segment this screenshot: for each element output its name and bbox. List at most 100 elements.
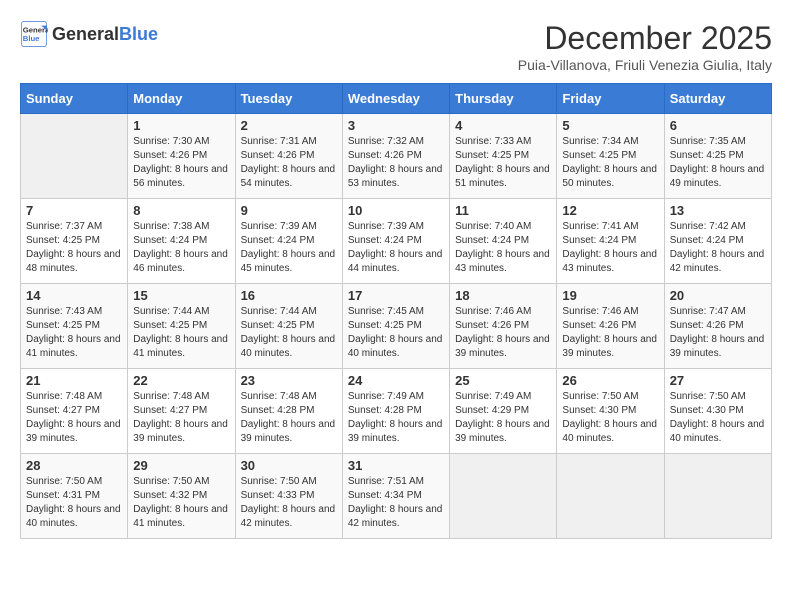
header-day-wednesday: Wednesday (342, 84, 449, 114)
calendar-cell: 22 Sunrise: 7:48 AMSunset: 4:27 PMDaylig… (128, 369, 235, 454)
day-number: 23 (241, 373, 337, 388)
calendar-cell: 27 Sunrise: 7:50 AMSunset: 4:30 PMDaylig… (664, 369, 771, 454)
day-number: 5 (562, 118, 658, 133)
calendar-cell: 24 Sunrise: 7:49 AMSunset: 4:28 PMDaylig… (342, 369, 449, 454)
calendar-cell: 13 Sunrise: 7:42 AMSunset: 4:24 PMDaylig… (664, 199, 771, 284)
calendar-cell: 21 Sunrise: 7:48 AMSunset: 4:27 PMDaylig… (21, 369, 128, 454)
cell-info: Sunrise: 7:30 AMSunset: 4:26 PMDaylight:… (133, 136, 228, 189)
calendar-cell: 11 Sunrise: 7:40 AMSunset: 4:24 PMDaylig… (450, 199, 557, 284)
cell-info: Sunrise: 7:49 AMSunset: 4:28 PMDaylight:… (348, 391, 443, 444)
logo-text-general: General (52, 24, 119, 44)
day-number: 6 (670, 118, 766, 133)
day-number: 9 (241, 203, 337, 218)
day-number: 4 (455, 118, 551, 133)
day-number: 7 (26, 203, 122, 218)
calendar-cell: 19 Sunrise: 7:46 AMSunset: 4:26 PMDaylig… (557, 284, 664, 369)
location-title: Puia-Villanova, Friuli Venezia Giulia, I… (518, 57, 772, 73)
logo-text-blue: Blue (119, 24, 158, 44)
cell-info: Sunrise: 7:50 AMSunset: 4:30 PMDaylight:… (562, 391, 657, 444)
cell-info: Sunrise: 7:32 AMSunset: 4:26 PMDaylight:… (348, 136, 443, 189)
calendar-cell: 31 Sunrise: 7:51 AMSunset: 4:34 PMDaylig… (342, 454, 449, 539)
day-number: 24 (348, 373, 444, 388)
calendar-cell: 12 Sunrise: 7:41 AMSunset: 4:24 PMDaylig… (557, 199, 664, 284)
cell-info: Sunrise: 7:37 AMSunset: 4:25 PMDaylight:… (26, 221, 121, 274)
calendar-cell: 5 Sunrise: 7:34 AMSunset: 4:25 PMDayligh… (557, 114, 664, 199)
calendar-cell: 7 Sunrise: 7:37 AMSunset: 4:25 PMDayligh… (21, 199, 128, 284)
week-row-2: 7 Sunrise: 7:37 AMSunset: 4:25 PMDayligh… (21, 199, 772, 284)
calendar-cell (21, 114, 128, 199)
header-day-saturday: Saturday (664, 84, 771, 114)
header-day-monday: Monday (128, 84, 235, 114)
calendar-cell: 9 Sunrise: 7:39 AMSunset: 4:24 PMDayligh… (235, 199, 342, 284)
cell-info: Sunrise: 7:48 AMSunset: 4:27 PMDaylight:… (26, 391, 121, 444)
calendar-table: SundayMondayTuesdayWednesdayThursdayFrid… (20, 83, 772, 539)
header-day-sunday: Sunday (21, 84, 128, 114)
title-block: December 2025 Puia-Villanova, Friuli Ven… (518, 20, 772, 73)
cell-info: Sunrise: 7:45 AMSunset: 4:25 PMDaylight:… (348, 306, 443, 359)
header-day-thursday: Thursday (450, 84, 557, 114)
logo-icon: General Blue (20, 20, 48, 48)
cell-info: Sunrise: 7:33 AMSunset: 4:25 PMDaylight:… (455, 136, 550, 189)
page-header: General Blue GeneralBlue December 2025 P… (20, 20, 772, 73)
week-row-4: 21 Sunrise: 7:48 AMSunset: 4:27 PMDaylig… (21, 369, 772, 454)
cell-info: Sunrise: 7:50 AMSunset: 4:31 PMDaylight:… (26, 476, 121, 529)
day-number: 26 (562, 373, 658, 388)
calendar-cell: 26 Sunrise: 7:50 AMSunset: 4:30 PMDaylig… (557, 369, 664, 454)
cell-info: Sunrise: 7:48 AMSunset: 4:27 PMDaylight:… (133, 391, 228, 444)
calendar-cell: 30 Sunrise: 7:50 AMSunset: 4:33 PMDaylig… (235, 454, 342, 539)
day-number: 16 (241, 288, 337, 303)
calendar-cell: 4 Sunrise: 7:33 AMSunset: 4:25 PMDayligh… (450, 114, 557, 199)
calendar-cell: 15 Sunrise: 7:44 AMSunset: 4:25 PMDaylig… (128, 284, 235, 369)
calendar-cell: 20 Sunrise: 7:47 AMSunset: 4:26 PMDaylig… (664, 284, 771, 369)
day-number: 14 (26, 288, 122, 303)
cell-info: Sunrise: 7:49 AMSunset: 4:29 PMDaylight:… (455, 391, 550, 444)
calendar-cell: 18 Sunrise: 7:46 AMSunset: 4:26 PMDaylig… (450, 284, 557, 369)
cell-info: Sunrise: 7:34 AMSunset: 4:25 PMDaylight:… (562, 136, 657, 189)
day-number: 17 (348, 288, 444, 303)
cell-info: Sunrise: 7:39 AMSunset: 4:24 PMDaylight:… (348, 221, 443, 274)
calendar-cell: 8 Sunrise: 7:38 AMSunset: 4:24 PMDayligh… (128, 199, 235, 284)
day-number: 22 (133, 373, 229, 388)
cell-info: Sunrise: 7:51 AMSunset: 4:34 PMDaylight:… (348, 476, 443, 529)
cell-info: Sunrise: 7:46 AMSunset: 4:26 PMDaylight:… (562, 306, 657, 359)
day-number: 29 (133, 458, 229, 473)
day-number: 27 (670, 373, 766, 388)
day-number: 8 (133, 203, 229, 218)
calendar-cell: 6 Sunrise: 7:35 AMSunset: 4:25 PMDayligh… (664, 114, 771, 199)
cell-info: Sunrise: 7:44 AMSunset: 4:25 PMDaylight:… (133, 306, 228, 359)
cell-info: Sunrise: 7:39 AMSunset: 4:24 PMDaylight:… (241, 221, 336, 274)
cell-info: Sunrise: 7:46 AMSunset: 4:26 PMDaylight:… (455, 306, 550, 359)
calendar-cell: 2 Sunrise: 7:31 AMSunset: 4:26 PMDayligh… (235, 114, 342, 199)
calendar-body: 1 Sunrise: 7:30 AMSunset: 4:26 PMDayligh… (21, 114, 772, 539)
week-row-3: 14 Sunrise: 7:43 AMSunset: 4:25 PMDaylig… (21, 284, 772, 369)
day-number: 15 (133, 288, 229, 303)
day-number: 1 (133, 118, 229, 133)
calendar-cell: 23 Sunrise: 7:48 AMSunset: 4:28 PMDaylig… (235, 369, 342, 454)
cell-info: Sunrise: 7:42 AMSunset: 4:24 PMDaylight:… (670, 221, 765, 274)
cell-info: Sunrise: 7:40 AMSunset: 4:24 PMDaylight:… (455, 221, 550, 274)
calendar-cell: 14 Sunrise: 7:43 AMSunset: 4:25 PMDaylig… (21, 284, 128, 369)
calendar-cell: 25 Sunrise: 7:49 AMSunset: 4:29 PMDaylig… (450, 369, 557, 454)
cell-info: Sunrise: 7:48 AMSunset: 4:28 PMDaylight:… (241, 391, 336, 444)
week-row-1: 1 Sunrise: 7:30 AMSunset: 4:26 PMDayligh… (21, 114, 772, 199)
day-number: 20 (670, 288, 766, 303)
day-number: 2 (241, 118, 337, 133)
day-number: 28 (26, 458, 122, 473)
day-number: 21 (26, 373, 122, 388)
day-number: 3 (348, 118, 444, 133)
calendar-cell: 10 Sunrise: 7:39 AMSunset: 4:24 PMDaylig… (342, 199, 449, 284)
header-row: SundayMondayTuesdayWednesdayThursdayFrid… (21, 84, 772, 114)
week-row-5: 28 Sunrise: 7:50 AMSunset: 4:31 PMDaylig… (21, 454, 772, 539)
day-number: 19 (562, 288, 658, 303)
calendar-cell: 28 Sunrise: 7:50 AMSunset: 4:31 PMDaylig… (21, 454, 128, 539)
calendar-header: SundayMondayTuesdayWednesdayThursdayFrid… (21, 84, 772, 114)
cell-info: Sunrise: 7:47 AMSunset: 4:26 PMDaylight:… (670, 306, 765, 359)
cell-info: Sunrise: 7:50 AMSunset: 4:33 PMDaylight:… (241, 476, 336, 529)
calendar-cell (557, 454, 664, 539)
cell-info: Sunrise: 7:43 AMSunset: 4:25 PMDaylight:… (26, 306, 121, 359)
day-number: 13 (670, 203, 766, 218)
cell-info: Sunrise: 7:44 AMSunset: 4:25 PMDaylight:… (241, 306, 336, 359)
day-number: 25 (455, 373, 551, 388)
day-number: 30 (241, 458, 337, 473)
header-day-friday: Friday (557, 84, 664, 114)
